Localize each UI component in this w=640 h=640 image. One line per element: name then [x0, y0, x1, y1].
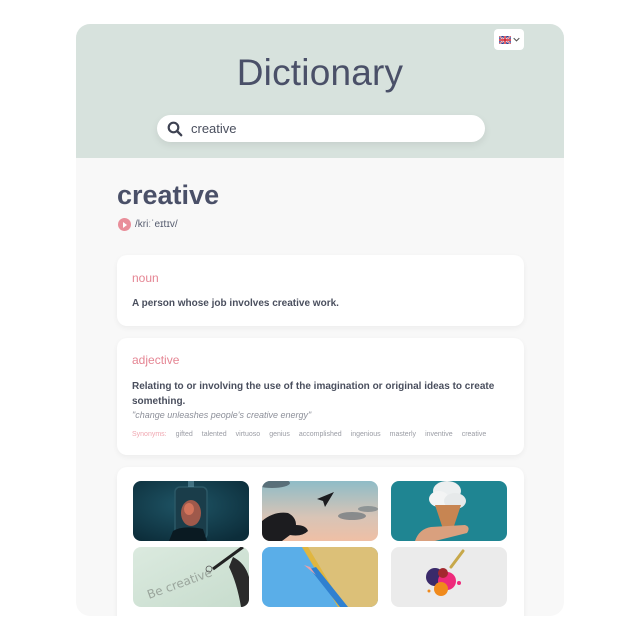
image-paint-splash[interactable] — [391, 547, 507, 607]
search-bar[interactable] — [157, 115, 485, 142]
definition: Relating to or involving the use of the … — [132, 381, 495, 407]
pronunciation: /kriːˈeɪtɪv/ — [118, 218, 178, 231]
meaning-card-noun: noun A person whose job involves creativ… — [117, 255, 524, 326]
header: Dictionary — [76, 24, 564, 158]
search-input[interactable] — [191, 115, 471, 142]
image-paper-plane[interactable] — [262, 481, 378, 541]
synonyms-label: Synonyms: — [132, 431, 167, 438]
definition: A person whose job involves creative wor… — [132, 298, 339, 309]
synonym[interactable]: ingenious — [351, 431, 381, 438]
synonyms-list: Synonyms: gifted talented virtuoso geniu… — [132, 431, 486, 438]
dictionary-app: Dictionary creative /kriːˈeɪtɪv/ noun A … — [76, 24, 564, 616]
synonym[interactable]: accomplished — [299, 431, 342, 438]
image-jar[interactable] — [133, 481, 249, 541]
synonym[interactable]: masterly — [390, 431, 416, 438]
synonym[interactable]: inventive — [425, 431, 453, 438]
synonym[interactable]: virtuoso — [236, 431, 261, 438]
language-selector[interactable] — [494, 29, 524, 50]
word-heading: creative — [117, 180, 220, 210]
synonym[interactable]: talented — [202, 431, 227, 438]
part-of-speech: adjective — [132, 353, 180, 367]
synonym[interactable]: creative — [462, 431, 487, 438]
image-be-creative[interactable]: Be creative — [133, 547, 249, 607]
synonym[interactable]: genius — [269, 431, 290, 438]
app-title: Dictionary — [236, 52, 404, 93]
image-ice-cream-cloud[interactable] — [391, 481, 507, 541]
uk-flag-icon — [498, 35, 511, 44]
play-audio-icon[interactable] — [118, 218, 131, 231]
image-pencils[interactable] — [262, 547, 378, 607]
example-sentence: "change unleashes people's creative ener… — [132, 410, 312, 420]
chevron-down-icon — [512, 37, 520, 42]
images-card: Be creative — [117, 467, 524, 616]
search-icon — [167, 121, 183, 137]
meaning-card-adjective: adjective Relating to or involving the u… — [117, 338, 524, 455]
phonetic-text: /kriːˈeɪtɪv/ — [135, 219, 178, 230]
part-of-speech: noun — [132, 271, 159, 285]
synonym[interactable]: gifted — [176, 431, 193, 438]
